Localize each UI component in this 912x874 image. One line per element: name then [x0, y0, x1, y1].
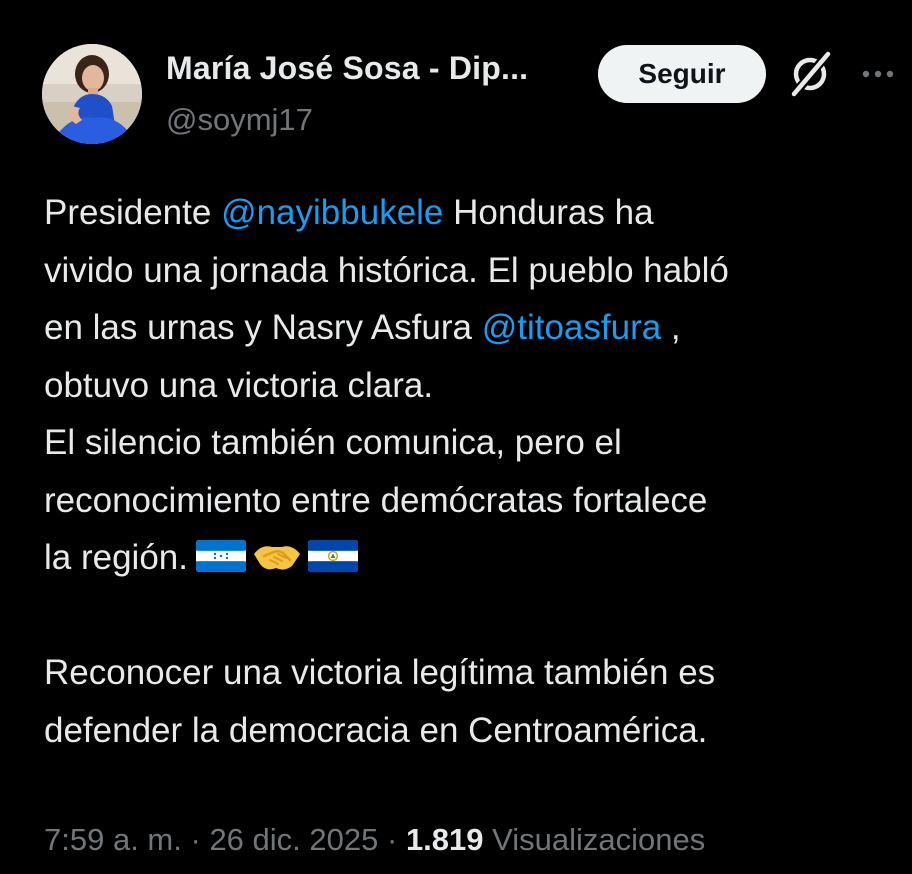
follow-button[interactable]: Seguir — [598, 45, 766, 103]
avatar-image — [42, 44, 142, 144]
emoji-group — [195, 538, 358, 574]
tweet-line: Presidente @nayibbukele Honduras ha — [44, 184, 896, 242]
more-options-icon[interactable] — [860, 60, 900, 88]
author-handle[interactable]: @soymj17 — [166, 102, 313, 138]
mention-link[interactable]: @nayibbukele — [221, 193, 443, 232]
author-avatar[interactable] — [42, 44, 142, 144]
mention-link[interactable]: @titoasfura — [482, 308, 662, 347]
tweet-meta: 7:59 a. m. · 26 dic. 2025 · 1.819 Visual… — [44, 822, 705, 858]
views-count[interactable]: 1.819 — [406, 822, 484, 857]
tweet-date[interactable]: 26 dic. 2025 — [209, 822, 378, 857]
tweet-text: Presidente @nayibbukele Honduras ha vivi… — [44, 184, 896, 759]
author-name[interactable]: María José Sosa - Dip... — [166, 50, 528, 87]
tweet-line: reconocimiento entre demócratas fortalec… — [44, 480, 708, 520]
tweet-line: vivido una jornada histórica. El pueblo … — [44, 250, 729, 290]
text-segment: en las urnas y Nasry Asfura — [44, 308, 482, 347]
text-segment: Honduras ha — [443, 193, 654, 232]
tweet-line: obtuvo una victoria clara. — [44, 365, 434, 405]
flag-honduras-icon — [195, 539, 246, 572]
tweet-time[interactable]: 7:59 a. m. — [44, 822, 182, 857]
text-segment: la región. — [44, 538, 188, 577]
tweet-line: Reconocer una victoria legítima también … — [44, 653, 716, 692]
meta-separator: · — [386, 822, 398, 857]
text-segment: , — [661, 308, 681, 347]
flag-el-salvador-icon — [307, 539, 358, 572]
tweet-line: la región. — [44, 529, 896, 587]
tweet-line: defender la democracia en Centroamérica. — [44, 710, 708, 750]
tweet: María José Sosa - Dip... @soymj17 Seguir… — [0, 0, 912, 874]
handshake-icon — [253, 546, 300, 570]
meta-separator: · — [190, 822, 201, 857]
tweet-line: en las urnas y Nasry Asfura @titoasfura … — [44, 299, 896, 357]
grok-icon[interactable] — [786, 50, 834, 98]
text-segment: Presidente — [44, 193, 222, 232]
tweet-line: El silencio también comunica, pero el — [44, 423, 622, 462]
views-label[interactable]: Visualizaciones — [492, 822, 705, 857]
